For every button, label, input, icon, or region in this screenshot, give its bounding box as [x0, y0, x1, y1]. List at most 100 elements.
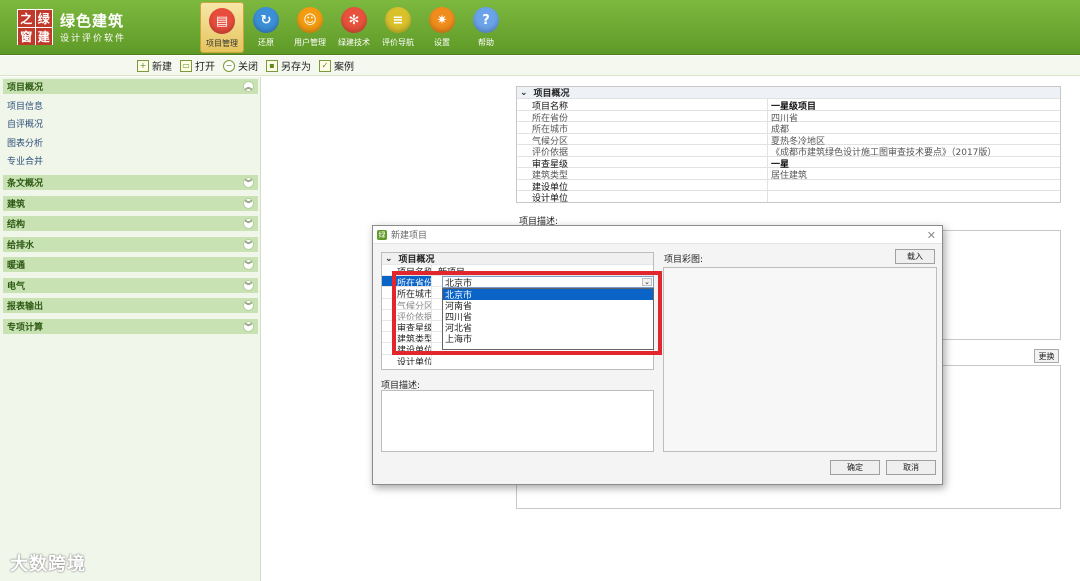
grid-row-key: 气候分区: [517, 133, 768, 147]
nav-item-1[interactable]: ↻ 还原: [244, 2, 288, 53]
toolbar-button-label: 关闭: [238, 62, 258, 73]
sidebar-item-3[interactable]: 专业合并: [7, 154, 43, 167]
grid-row-key: 设计单位: [517, 191, 768, 204]
sidebar-section-label: 项目概况: [7, 83, 44, 93]
app-title: 绿色建筑: [60, 12, 125, 30]
sidebar-item-0[interactable]: 项目信息: [7, 99, 43, 112]
sidebar-item-2[interactable]: 图表分析: [7, 136, 43, 149]
chevron-down-icon[interactable]: ︾: [243, 218, 254, 229]
load-image-button[interactable]: 载入: [895, 249, 935, 264]
sidebar-section-5[interactable]: 暖通 ︾: [3, 257, 258, 272]
nav-item-6[interactable]: ? 帮助: [464, 2, 508, 53]
chevron-down-icon[interactable]: ︾: [243, 280, 254, 291]
collapse-chevron-icon[interactable]: ⌄: [385, 254, 393, 264]
chevron-down-icon[interactable]: ︾: [243, 259, 254, 270]
user-icon: ☺: [297, 7, 323, 33]
case-file-icon: ✓: [319, 59, 331, 72]
toolbar-button-1[interactable]: ▭ 打开: [180, 58, 215, 73]
toolbar-button-label: 另存为: [281, 62, 311, 73]
grid-row[interactable]: 建筑类型 居住建筑: [517, 167, 1060, 181]
sidebar-section-8[interactable]: 专项计算 ︾: [3, 319, 258, 334]
watermark-text: 大数跨境: [10, 554, 86, 575]
dialog-title-bar: 绿 新建项目: [373, 226, 942, 244]
app-subtitle: 设计评价软件: [60, 34, 127, 44]
nav-item-label: 还原: [258, 38, 274, 47]
app-logo: 之 绿 窗 建: [17, 9, 53, 45]
toolbar-button-3[interactable]: ▪ 另存为: [266, 58, 311, 73]
chevron-up-icon[interactable]: ︽: [243, 81, 254, 92]
cancel-button[interactable]: 取消: [886, 460, 936, 475]
nav-item-2[interactable]: ☺ 用户管理: [288, 2, 332, 53]
folder-icon: ▤: [209, 8, 235, 34]
grid-row[interactable]: 气候分区 夏热冬冷地区: [517, 132, 1060, 147]
grid-row-key: 项目名称: [517, 99, 768, 112]
collapse-chevron-icon[interactable]: ⌄: [520, 88, 528, 98]
dialog-row-key: 设计单位: [382, 354, 432, 365]
grid-row-key: 建筑类型: [517, 168, 768, 181]
nav-item-5[interactable]: ✷ 设置: [420, 2, 464, 53]
grid-row-value: 《成都市建筑绿色设计施工图审查技术要点》（2017版）: [771, 148, 997, 158]
chevron-down-icon[interactable]: ︾: [243, 177, 254, 188]
grid-row-value: 一星: [771, 159, 790, 170]
nav-item-label: 帮助: [478, 38, 494, 47]
sidebar-section-3[interactable]: 结构 ︾: [3, 216, 258, 231]
grid-row-key: 评价依据: [517, 145, 768, 158]
dialog-image-preview: [663, 267, 937, 452]
left-panel: 项目概况 ︽ 条文概况 ︾ 建筑 ︾ 结构 ︾ 给排水 ︾ 暖通 ︾ 电气 ︾ 报表输出 ︾ 专项计算 ︾ 项目信息…: [0, 77, 261, 581]
grid-row-value: 居住建筑: [771, 171, 808, 181]
grid-row-value: 成都: [771, 125, 790, 135]
close-icon[interactable]: ✕: [927, 229, 936, 242]
toolbar-button-0[interactable]: + 新建: [137, 58, 172, 73]
dialog-description-input[interactable]: [381, 390, 654, 452]
sidebar-section-0[interactable]: 项目概况 ︽: [3, 79, 258, 94]
grid-row-value: 一星级项目: [771, 102, 817, 112]
grid-row[interactable]: 所在省份 四川省: [517, 109, 1060, 124]
grid-row-value: [768, 180, 1060, 191]
sidebar-section-7[interactable]: 报表输出 ︾: [3, 298, 258, 313]
sidebar-section-2[interactable]: 建筑 ︾: [3, 196, 258, 211]
nav-item-label: 项目管理: [206, 39, 238, 48]
chevron-down-icon[interactable]: ︾: [243, 300, 254, 311]
grid-row-key: 建设单位: [517, 179, 768, 193]
grid-row[interactable]: 所在城市 成都: [517, 121, 1060, 135]
toolbar-button-label: 新建: [152, 62, 172, 73]
refresh-icon: ↻: [253, 7, 279, 33]
toolbar-button-2[interactable]: − 关闭: [223, 58, 258, 73]
sidebar-section-label: 建筑: [7, 200, 26, 210]
sidebar-section-1[interactable]: 条文概况 ︾: [3, 175, 258, 190]
grid-row[interactable]: 建设单位: [517, 178, 1060, 193]
grid-row-key: 审查星级: [517, 156, 768, 170]
nav-item-3[interactable]: ✻ 绿建技术: [332, 2, 376, 53]
sidebar-section-label: 暖通: [7, 261, 26, 271]
chevron-down-icon[interactable]: ︾: [243, 321, 254, 332]
grid-row[interactable]: 评价依据 《成都市建筑绿色设计施工图审查技术要点》（2017版）: [517, 144, 1060, 158]
dialog-row-value[interactable]: [432, 355, 653, 365]
sidebar-item-1[interactable]: 自评概况: [7, 117, 43, 130]
sidebar-section-label: 专项计算: [7, 323, 44, 333]
close-circle-icon: −: [223, 59, 235, 72]
nav-item-4[interactable]: ≡ 评价导航: [376, 2, 420, 53]
grid-header-label: 项目概况: [533, 89, 570, 99]
sidebar-section-label: 电气: [7, 282, 26, 292]
chevron-down-icon[interactable]: ︾: [243, 239, 254, 250]
nav-item-0[interactable]: ▤ 项目管理: [200, 2, 244, 53]
grid-row-value: [768, 191, 1060, 202]
chevron-down-icon[interactable]: ︾: [243, 198, 254, 209]
gear-icon: ✷: [429, 7, 455, 33]
dialog-grid-row[interactable]: 设计单位: [382, 353, 653, 365]
dialog-title: 新建项目: [391, 231, 428, 241]
toolbar: + 新建 ▭ 打开 − 关闭 ▪ 另存为 ✓ 案例: [0, 56, 1080, 76]
toolbar-button-4[interactable]: ✓ 案例: [319, 58, 354, 73]
clipboard-icon: ≡: [385, 7, 411, 33]
replace-image-button[interactable]: 更换: [1034, 349, 1059, 363]
sidebar-section-4[interactable]: 给排水 ︾: [3, 237, 258, 252]
grid-row[interactable]: 设计单位: [517, 190, 1060, 204]
grid-row-key: 所在省份: [517, 110, 768, 124]
grid-row[interactable]: 审查星级 一星: [517, 155, 1060, 170]
new-project-dialog: 绿 新建项目 ✕ ⌄ 项目概况 项目名称 新项目 所在省份 所在城市 气候分区 评价依据审…: [372, 225, 943, 485]
grid-row[interactable]: 项目名称 一星级项目: [517, 98, 1060, 112]
sidebar-section-6[interactable]: 电气 ︾: [3, 278, 258, 293]
ok-button[interactable]: 确定: [830, 460, 880, 475]
sidebar-section-label: 结构: [7, 220, 26, 230]
sidebar-section-label: 给排水: [7, 241, 35, 251]
